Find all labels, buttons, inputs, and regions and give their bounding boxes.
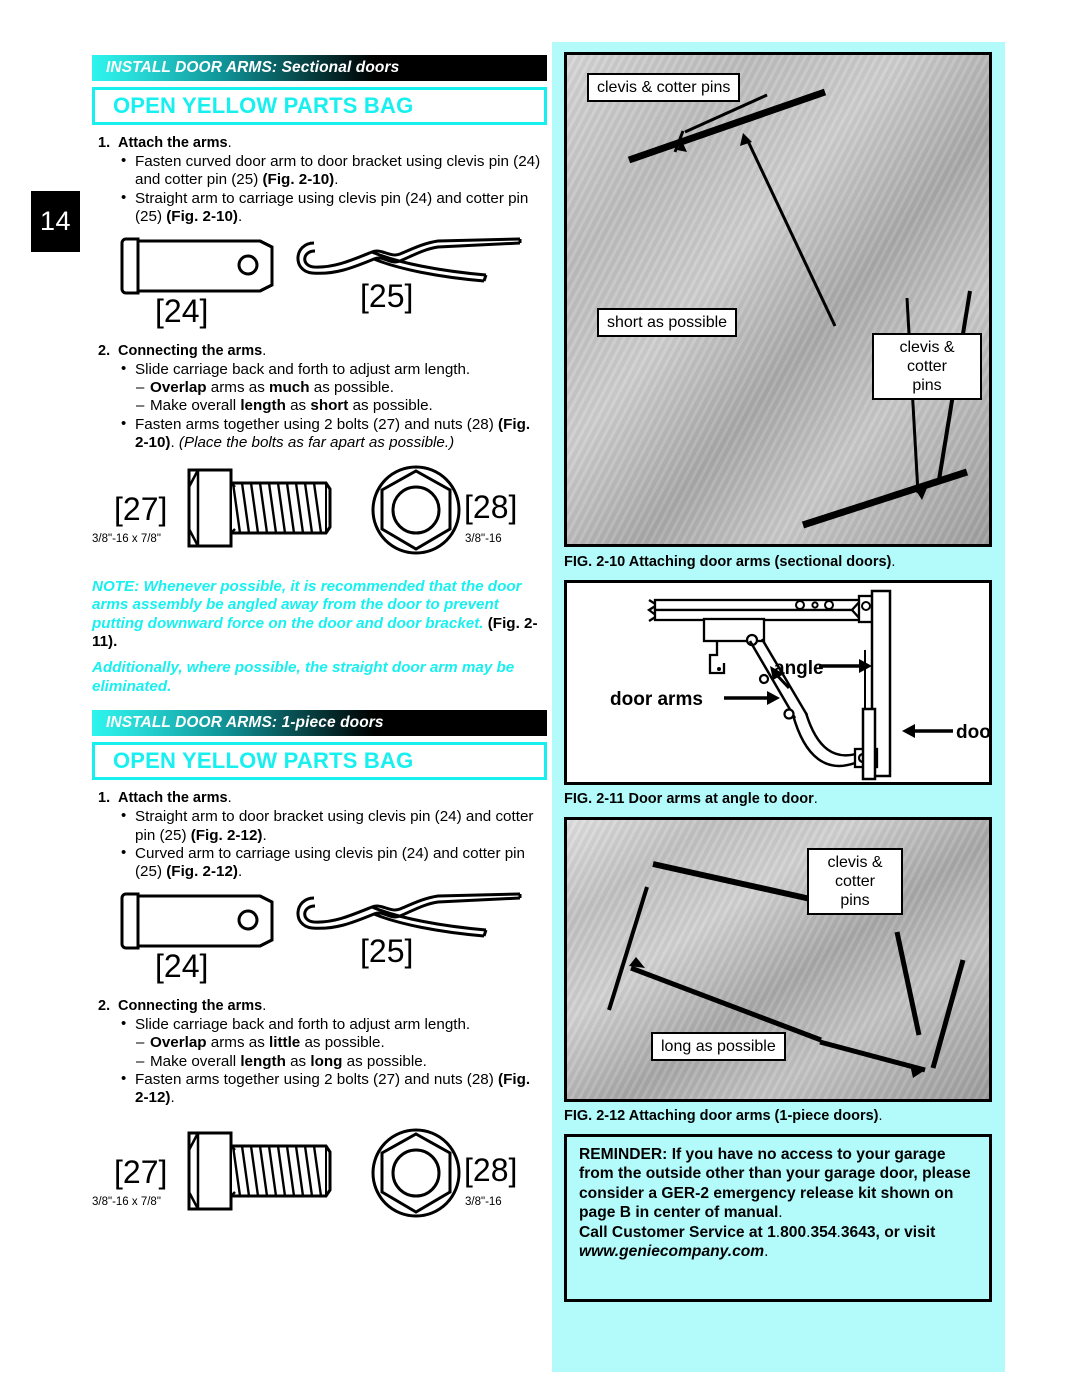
step-2-heading-sectional: 2. Connecting the arms. [98,343,547,359]
hex-nut-icon [371,1128,461,1218]
figure-2-10-caption: FIG. 2-10 Attaching door arms (sectional… [564,554,896,570]
left-column: INSTALL DOOR ARMS: Sectional doors OPEN … [92,55,547,1225]
step-2-heading-1piece: 2. Connecting the arms. [98,998,547,1014]
list-item: Slide carriage back and forth to adjust … [120,1015,547,1034]
callout-clevis-cotter-pins-right: clevis & cotter pins [872,333,982,400]
bolt-label: [27] [114,1153,168,1190]
step-1-bullet-list-1piece: Straight arm to door bracket using clevi… [120,807,547,882]
list-item: Fasten arms together using 2 bolts (27) … [120,415,547,453]
open-yellow-parts-bag-label: OPEN YELLOW PARTS BAG [113,748,414,774]
nut-label: [28] [464,1151,518,1188]
step-1-title: Attach the arms [118,790,228,807]
section-sectional-doors: INSTALL DOOR ARMS: Sectional doors OPEN … [92,55,547,562]
figure-2-10-leader-lines [627,88,972,529]
list-item: Fasten curved door arm to door bracket u… [120,152,547,190]
callout-short-as-possible: short as possible [597,308,738,337]
band-title-sectional: INSTALL DOOR ARMS: Sectional doors [106,59,400,76]
list-item: Slide carriage back and forth to adjust … [120,360,547,379]
band-title-1piece: INSTALL DOOR ARMS: 1-piece doors [106,714,384,732]
parts-illustration-pins-sectional: [24] [25] [92,233,547,341]
section-header-band-sectional: INSTALL DOOR ARMS: Sectional doors [92,55,547,81]
hex-bolt-icon [187,468,332,548]
list-item: Overlap arms as little as possible. [120,1034,547,1053]
section-header-band-1piece: INSTALL DOOR ARMS: 1-piece doors [92,710,547,737]
angle-label: angle [774,658,824,679]
hex-bolt-icon [187,1131,332,1211]
figure-2-11-caption: FIG. 2-11 Door arms at angle to door. [564,791,818,807]
figure-2-10-caption-text: FIG. 2-10 Attaching door arms (sectional… [564,554,892,570]
step-2-period: . [262,997,267,1014]
step-2-number: 2. [98,342,111,359]
callout-clevis-cotter-pins-fig212: clevis & cotter pins [807,848,903,915]
door-arms-label: door arms [610,689,703,710]
open-yellow-parts-bag-label: OPEN YELLOW PARTS BAG [113,93,414,118]
list-item: Make overall length as short as possible… [120,397,547,416]
section-1-piece-doors: INSTALL DOOR ARMS: 1-piece doors OPEN YE… [92,710,547,1225]
reminder-box: REMINDER: If you have no access to your … [564,1134,992,1302]
bolt-spec: 3/8"-16 x 7/8" [92,1195,161,1208]
open-yellow-parts-bag-box-sectional: OPEN YELLOW PARTS BAG [92,87,547,125]
parts-illustration-pins-1piece: [24] [25] [92,888,547,996]
step-1-bullet-list-sectional: Fasten curved door arm to door bracket u… [120,152,547,227]
clevis-pin-label: [24] [155,947,209,984]
figure-2-12-caption-text: FIG. 2-12 Attaching door arms (1-piece d… [564,1108,879,1124]
step-2-bullet-list-sectional: Slide carriage back and forth to adjust … [120,360,547,453]
step-1-title: Attach the arms [118,135,228,151]
parts-illustration-bolts-sectional: [27] 3/8"-16 x 7/8" [28] 3/8"-16 [92,465,547,562]
step-1-heading-sectional: 1. Attach the arms. [98,135,547,151]
reminder-paragraph-1: REMINDER: If you have no access to your … [579,1146,971,1222]
door-arm-angle-diagram: angle door arms door [567,583,991,782]
figure-2-12-caption: FIG. 2-12 Attaching door arms (1-piece d… [564,1108,883,1124]
clevis-pin-label: [24] [155,292,209,329]
callout-clevis-cotter-pins-top: clevis & cotter pins [587,73,741,102]
bolt-spec: 3/8"-16 x 7/8" [92,532,161,545]
nut-spec: 3/8"-16 [465,1195,502,1208]
list-item: Overlap arms as much as possible. [120,379,547,398]
step-2-period: . [262,342,267,359]
door-label: door [956,722,991,743]
figure-2-12-photo: clevis & cotter pins long as possible [564,817,992,1102]
step-1-number: 1. [98,790,111,807]
parts-illustration-bolts-1piece: [27] 3/8"-16 x 7/8" [28] 3/8"-16 [92,1128,547,1225]
note-paragraph-2: Additionally, where possible, the straig… [92,659,515,695]
figure-2-10-photo: clevis & cotter pins short as possible c… [564,52,992,547]
callout-long-as-possible: long as possible [651,1032,786,1061]
figure-2-11-caption-text: FIG. 2-11 Door arms at angle to door [564,791,814,807]
list-item: Straight arm to door bracket using clevi… [120,807,547,845]
list-item: Make overall length as long as possible. [120,1053,547,1072]
note-paragraph-1: NOTE: Whenever possible, it is recommend… [92,577,538,651]
right-figure-panel: clevis & cotter pins short as possible c… [552,42,1005,1372]
list-item: Fasten arms together using 2 bolts (27) … [120,1070,547,1108]
step-1-period: . [227,135,232,151]
genie-website-url[interactable]: www.geniecompany.com [579,1243,764,1260]
cotter-pin-label: [25] [360,932,414,969]
step-2-bullet-list-1piece: Slide carriage back and forth to adjust … [120,1015,547,1108]
step-2-title: Connecting the arms [118,342,263,359]
step-1-period: . [227,790,232,807]
cotter-pin-label: [25] [360,277,414,314]
list-item: Straight arm to carriage using clevis pi… [120,189,547,227]
list-item: Curved arm to carriage using clevis pin … [120,844,547,882]
note-block: NOTE: Whenever possible, it is recommend… [92,578,547,697]
step-2-title: Connecting the arms [118,997,263,1014]
nut-label: [28] [464,488,518,525]
page-number-badge: 14 [31,191,80,252]
step-1-number: 1. [98,135,111,151]
reminder-paragraph-2: Call Customer Service at 1.800.354.3643,… [579,1223,936,1261]
figure-2-11-diagram: angle door arms door [564,580,992,785]
nut-spec: 3/8"-16 [465,532,502,545]
hex-nut-icon [371,465,461,555]
open-yellow-parts-bag-box-1piece: OPEN YELLOW PARTS BAG [92,742,547,781]
step-1-heading-1piece: 1. Attach the arms. [98,790,547,806]
bolt-label: [27] [114,490,168,527]
step-2-number: 2. [98,997,111,1014]
